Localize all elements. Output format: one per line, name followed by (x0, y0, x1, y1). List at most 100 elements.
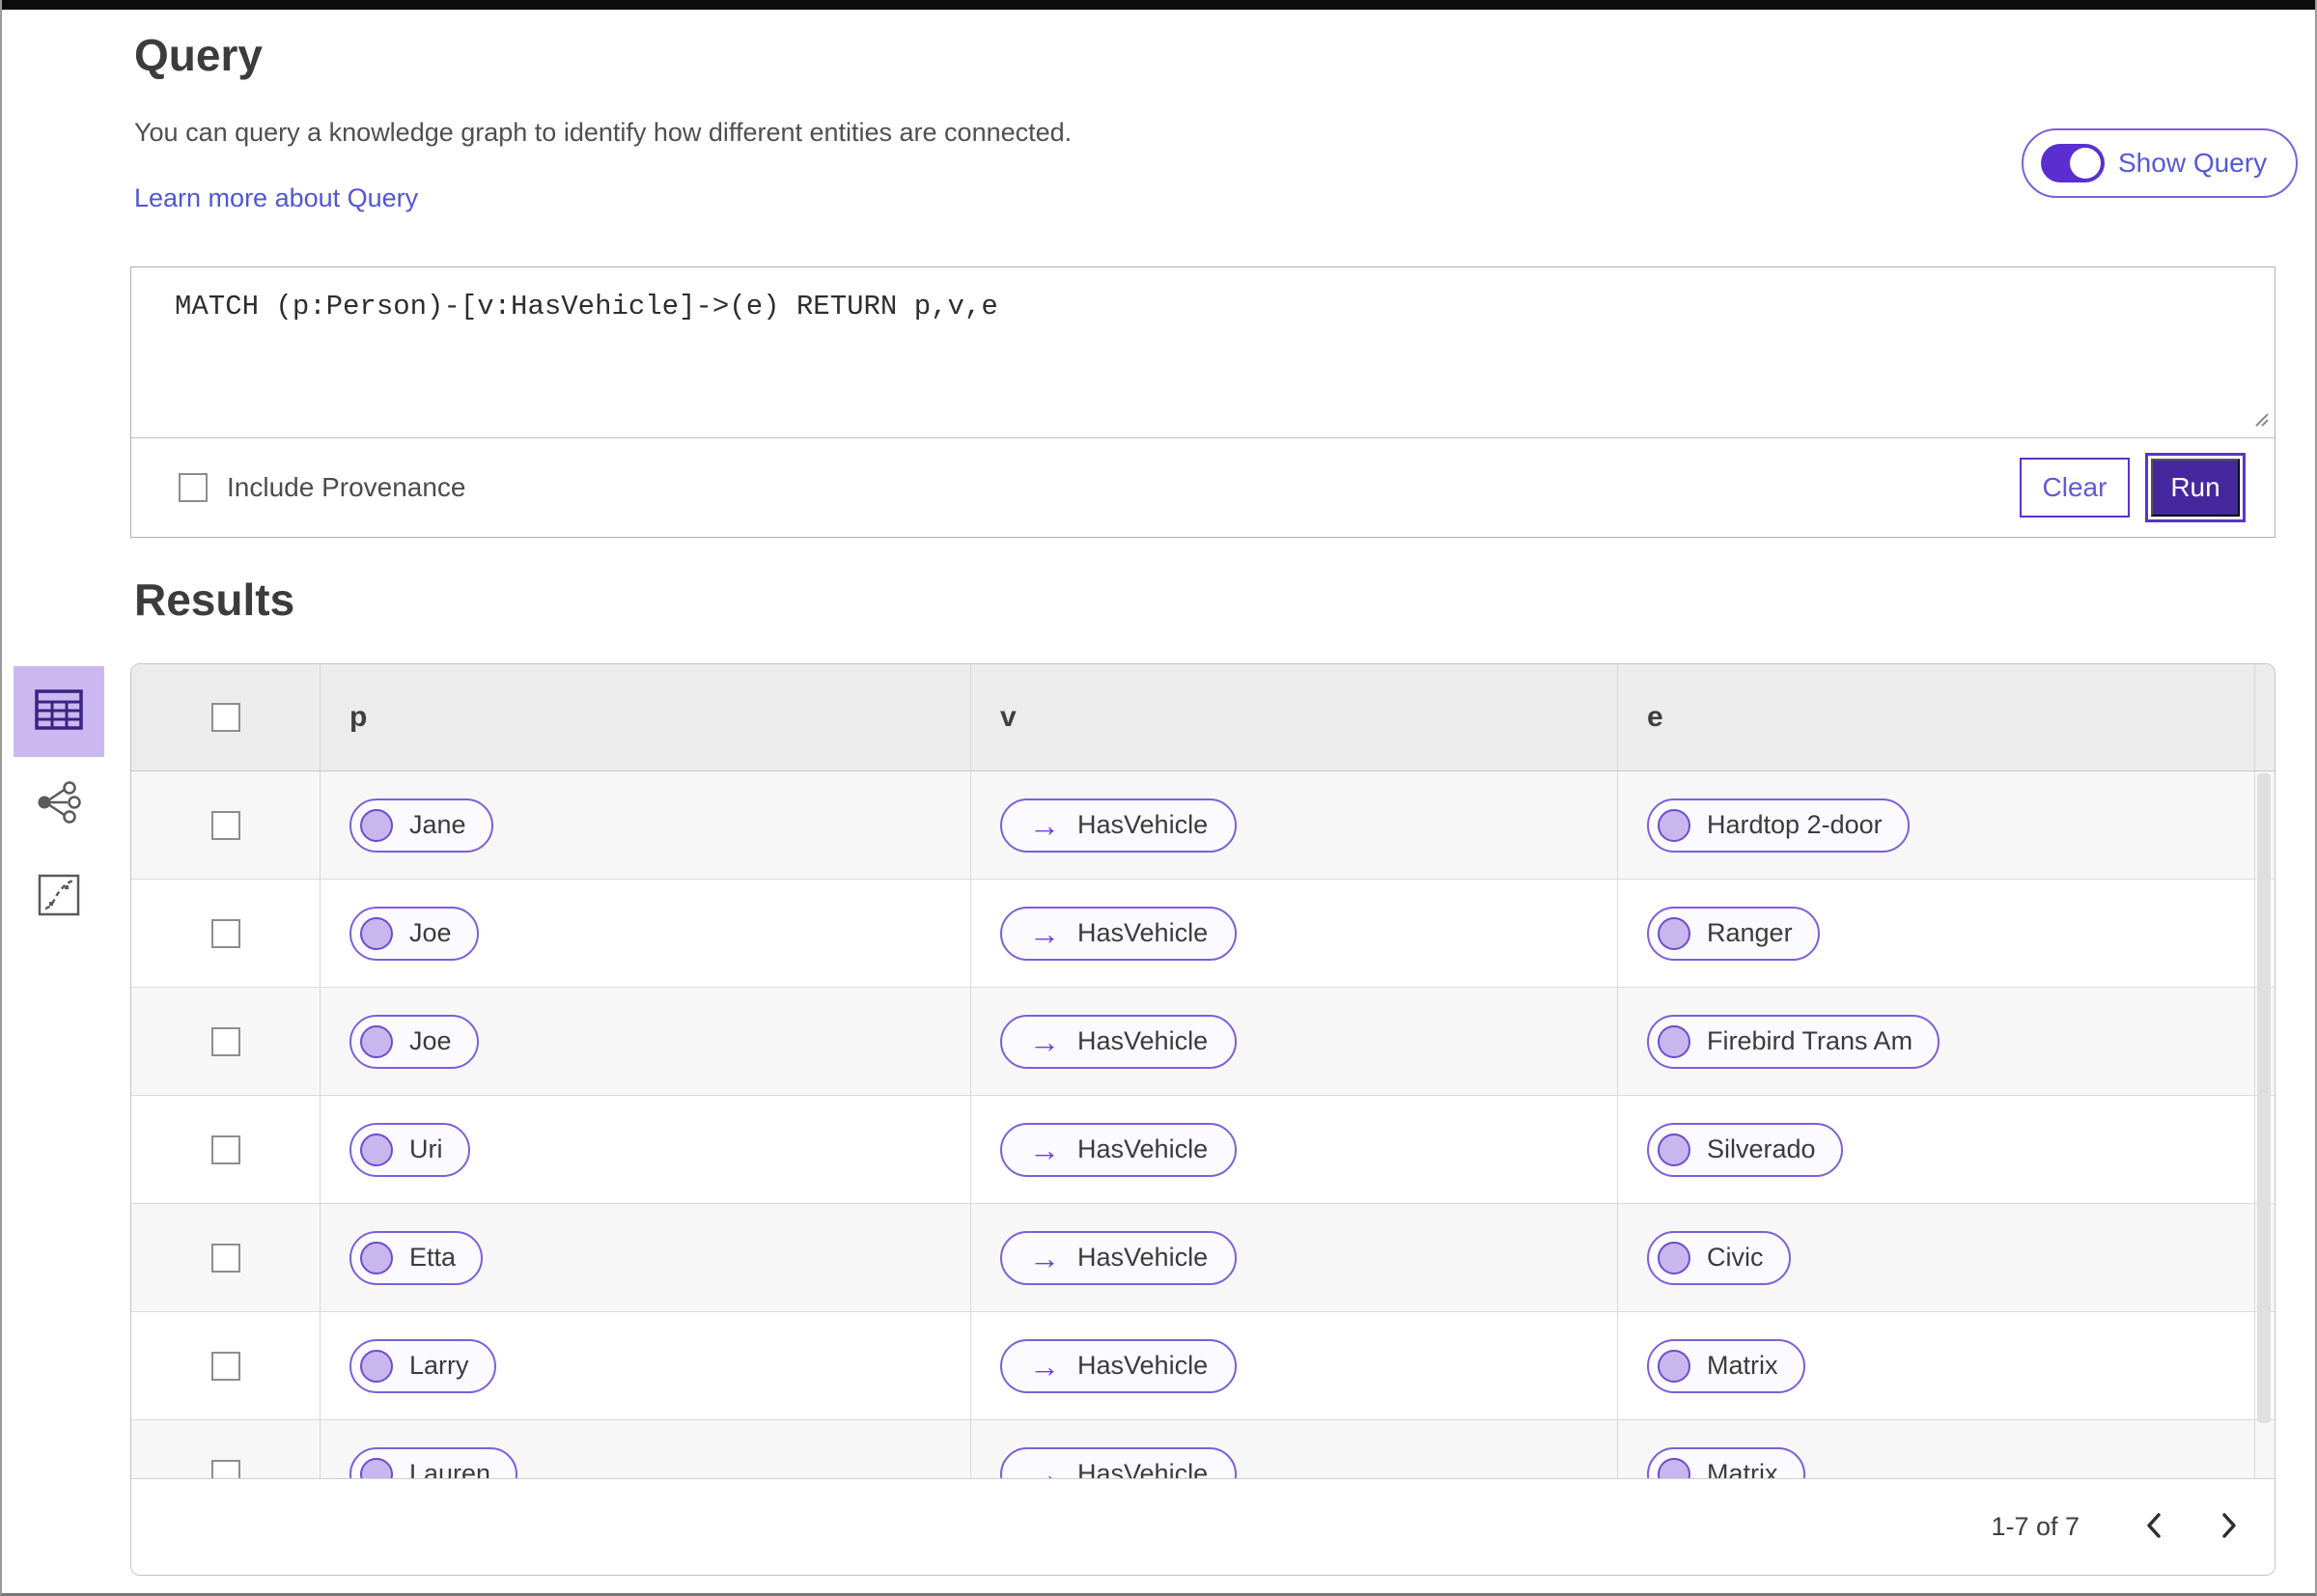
vertical-scrollbar-thumb[interactable] (2257, 773, 2271, 1423)
entity-pill[interactable]: Etta (349, 1230, 484, 1285)
query-panel-footer: Include Provenance Clear Run (131, 438, 2275, 537)
relation-pill-label: HasVehicle (1077, 918, 1209, 947)
cell-p: Etta (321, 1204, 971, 1311)
row-select-cell (131, 771, 321, 879)
cell-v: → HasVehicle (971, 1312, 1618, 1419)
resize-grip-icon[interactable] (2252, 410, 2270, 433)
cell-v: → HasVehicle (971, 1420, 1618, 1478)
results-title: Results (134, 574, 295, 625)
previous-page-button[interactable] (2139, 1508, 2168, 1547)
entity-node-icon (1658, 1133, 1690, 1166)
row-checkbox[interactable] (211, 1134, 240, 1164)
run-button[interactable]: Run (2151, 459, 2240, 517)
scrollbar-gutter (2255, 1420, 2275, 1478)
clear-button[interactable]: Clear (2020, 458, 2130, 518)
row-select-cell (131, 1312, 321, 1419)
row-checkbox[interactable] (211, 918, 240, 948)
cell-v: → HasVehicle (971, 1204, 1618, 1311)
entity-pill-label: Joe (409, 1026, 452, 1055)
next-page-button[interactable] (2215, 1508, 2244, 1547)
row-select-cell (131, 988, 321, 1095)
table-icon (35, 688, 83, 735)
select-all-cell (131, 664, 321, 770)
entity-node-icon (1658, 1024, 1690, 1058)
table-view-button[interactable] (14, 666, 104, 757)
relation-pill[interactable]: → HasVehicle (1000, 1122, 1238, 1177)
entity-pill-label: Uri (409, 1134, 443, 1163)
show-query-label: Show Query (2118, 148, 2268, 178)
relation-pill-label: HasVehicle (1077, 1351, 1209, 1380)
cell-p: Lauren (321, 1420, 971, 1478)
table-row: Jane → HasVehicle Hardtop 2-door (131, 771, 2275, 880)
entity-node-icon (1658, 808, 1690, 842)
network-icon (36, 779, 82, 830)
entity-pill[interactable]: Ranger (1647, 906, 1820, 961)
entity-pill[interactable]: Firebird Trans Am (1647, 1014, 1940, 1069)
relation-pill-label: HasVehicle (1077, 1134, 1209, 1163)
cell-e: Matrix (1618, 1312, 2255, 1419)
table-row: Etta → HasVehicle Civic (131, 1204, 2275, 1312)
row-checkbox[interactable] (211, 1459, 240, 1478)
learn-more-link[interactable]: Learn more about Query (134, 183, 418, 213)
cell-p: Uri (321, 1096, 971, 1203)
row-select-cell (131, 1204, 321, 1311)
entity-pill[interactable]: Larry (349, 1338, 496, 1393)
query-description: You can query a knowledge graph to ident… (134, 118, 1073, 147)
entity-pill[interactable]: Hardtop 2-door (1647, 798, 1910, 853)
page-title: Query (134, 30, 263, 80)
row-checkbox[interactable] (211, 1243, 240, 1273)
chart-view-button[interactable] (14, 852, 104, 942)
entity-pill-label: Ranger (1707, 918, 1793, 947)
entity-pill-label: Silverado (1707, 1134, 1816, 1163)
select-all-checkbox[interactable] (211, 703, 240, 732)
relation-pill[interactable]: → HasVehicle (1000, 1014, 1238, 1069)
table-row: Uri → HasVehicle Silverado (131, 1096, 2275, 1204)
relation-pill-label: HasVehicle (1077, 1459, 1209, 1478)
row-select-cell (131, 1420, 321, 1478)
entity-pill[interactable]: Joe (349, 1014, 479, 1069)
entity-pill[interactable]: Jane (349, 798, 493, 853)
entity-pill[interactable]: Matrix (1647, 1446, 1805, 1478)
table-row: Lauren → HasVehicle Matrix (131, 1420, 2275, 1478)
graph-view-button[interactable] (14, 759, 104, 850)
cell-v: → HasVehicle (971, 771, 1618, 879)
results-view-switcher (14, 666, 104, 942)
show-query-toggle[interactable]: Show Query (2022, 128, 2299, 198)
relation-pill[interactable]: → HasVehicle (1000, 906, 1238, 961)
entity-pill[interactable]: Lauren (349, 1446, 518, 1478)
entity-pill[interactable]: Civic (1647, 1230, 1791, 1285)
relation-pill[interactable]: → HasVehicle (1000, 1446, 1238, 1479)
cell-p: Larry (321, 1312, 971, 1419)
arrow-right-icon: → (1029, 1023, 1060, 1059)
arrow-right-icon: → (1029, 807, 1060, 843)
table-row: Joe → HasVehicle Ranger (131, 880, 2275, 988)
relation-pill[interactable]: → HasVehicle (1000, 1230, 1238, 1285)
relation-pill[interactable]: → HasVehicle (1000, 1338, 1238, 1393)
row-checkbox[interactable] (211, 1351, 240, 1381)
entity-pill[interactable]: Matrix (1647, 1338, 1805, 1393)
row-checkbox[interactable] (211, 1026, 240, 1056)
cell-e: Silverado (1618, 1096, 2255, 1203)
entity-node-icon (360, 916, 393, 950)
scatter-chart-icon (38, 874, 80, 921)
entity-pill-label: Joe (409, 918, 452, 947)
query-editor-area: MATCH (p:Person)-[v:HasVehicle]->(e) RET… (131, 267, 2275, 438)
arrow-right-icon: → (1029, 1348, 1060, 1384)
row-checkbox[interactable] (211, 810, 240, 840)
query-code-editor[interactable]: MATCH (p:Person)-[v:HasVehicle]->(e) RET… (175, 291, 998, 322)
entity-pill[interactable]: Silverado (1647, 1122, 1843, 1177)
entity-node-icon (1658, 1457, 1690, 1478)
include-provenance-checkbox[interactable] (179, 473, 208, 502)
entity-pill[interactable]: Joe (349, 906, 479, 961)
row-select-cell (131, 880, 321, 987)
cell-v: → HasVehicle (971, 988, 1618, 1095)
cell-e: Civic (1618, 1204, 2255, 1311)
arrow-right-icon: → (1029, 1456, 1060, 1479)
entity-pill-label: Civic (1707, 1243, 1764, 1272)
cell-v: → HasVehicle (971, 880, 1618, 987)
column-header-e: e (1618, 664, 2255, 770)
entity-pill[interactable]: Uri (349, 1122, 470, 1177)
relation-pill[interactable]: → HasVehicle (1000, 798, 1238, 853)
cell-e: Firebird Trans Am (1618, 988, 2255, 1095)
pagination-range-label: 1-7 of 7 (1991, 1512, 2080, 1541)
